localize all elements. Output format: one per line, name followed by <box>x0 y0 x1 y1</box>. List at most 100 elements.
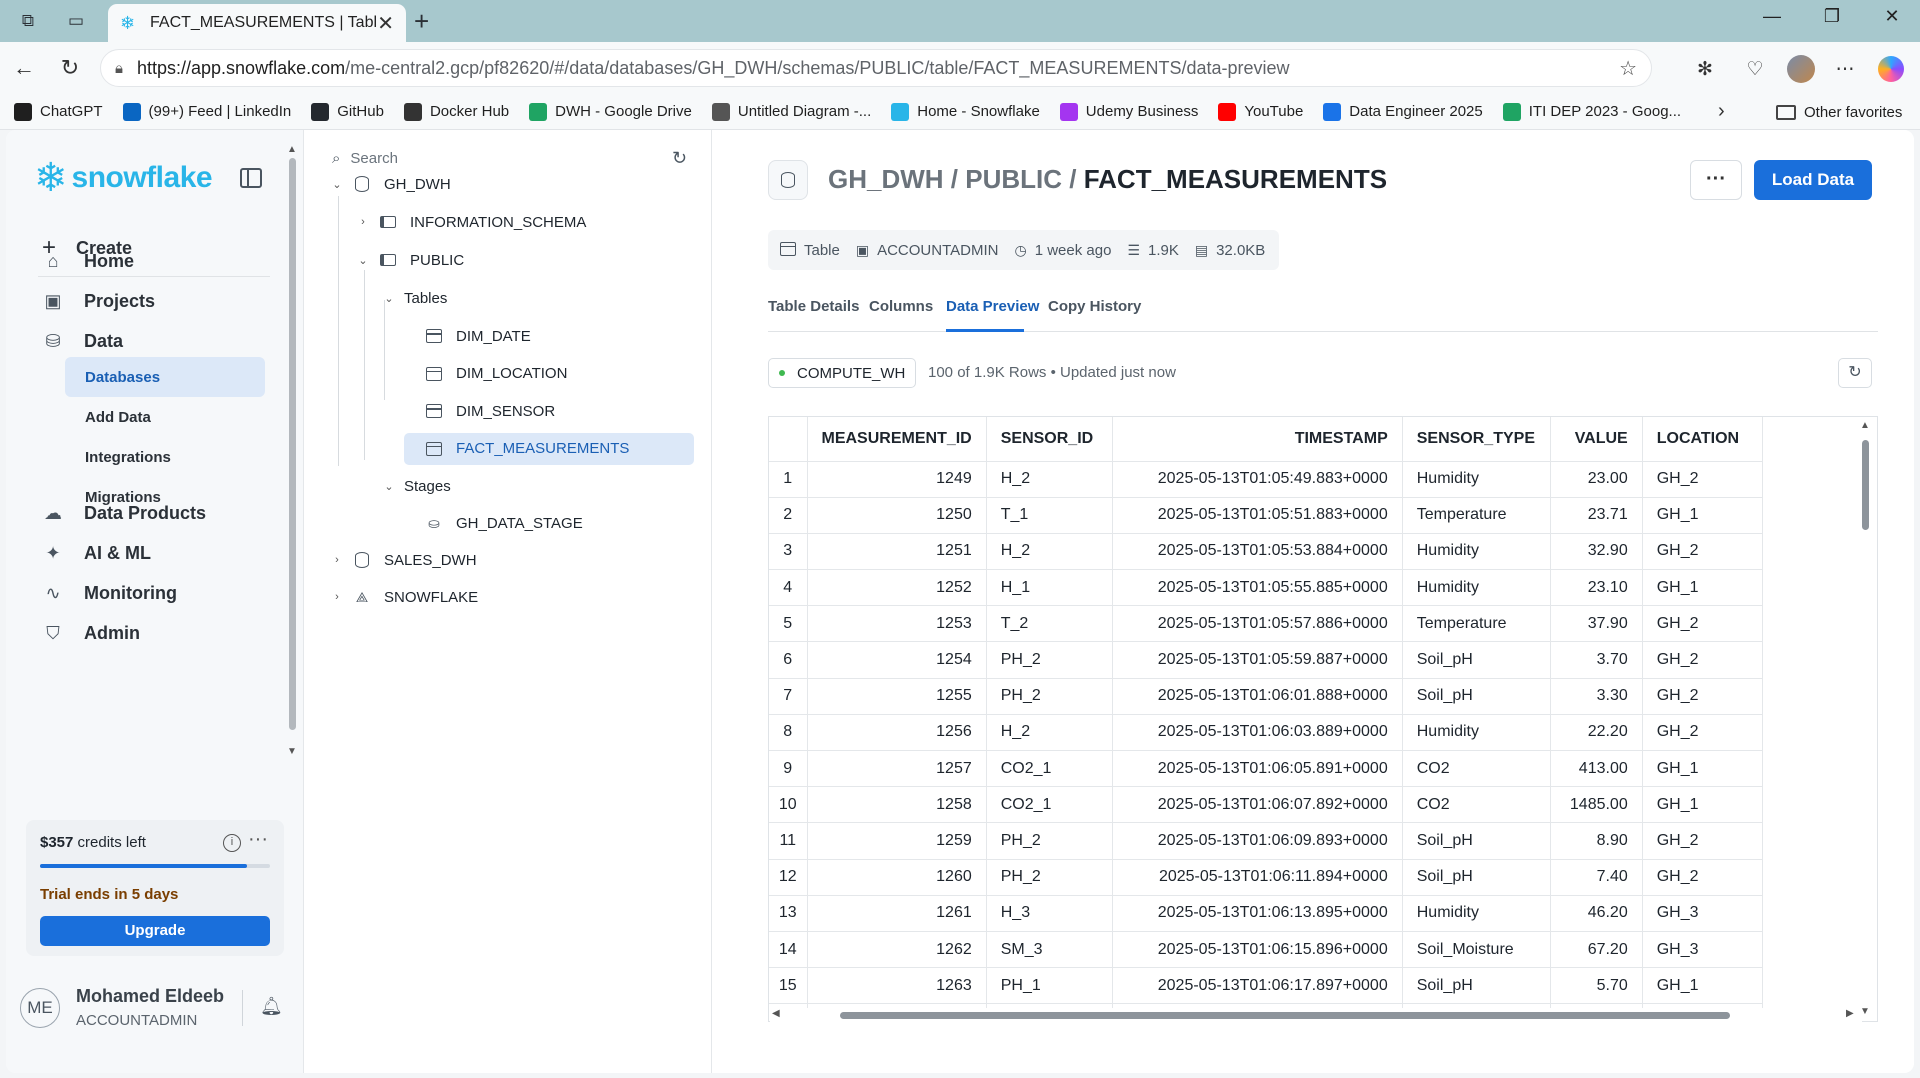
column-header-measurement-id[interactable]: MEASUREMENT_ID <box>807 417 987 462</box>
favorite-star-icon[interactable]: ☆ <box>1619 56 1637 81</box>
table-cell[interactable]: 1259 <box>807 822 987 860</box>
table-cell[interactable]: 1252 <box>807 569 987 607</box>
table-cell[interactable]: GH_2 <box>1642 678 1763 715</box>
breadcrumb-db[interactable]: GH_DWH <box>828 164 944 194</box>
table-cell[interactable]: GH_1 <box>1642 750 1763 788</box>
table-cell[interactable]: 2025-05-13T01:06:17.897+0000 <box>1112 967 1403 1005</box>
table-cell[interactable]: 1257 <box>807 750 987 788</box>
browser-tab-active[interactable]: ❄ FACT_MEASUREMENTS | Table ✕ <box>108 4 406 42</box>
browser-essentials-icon[interactable]: ♡ <box>1740 54 1770 84</box>
table-cell[interactable]: GH_3 <box>1642 895 1763 932</box>
close-tab-icon[interactable]: ✕ <box>377 11 394 36</box>
nav-home[interactable]: ⌂ Home <box>42 250 134 272</box>
nav-ai-ml[interactable]: ✦ AI & ML <box>42 542 151 564</box>
table-cell[interactable]: CO2_1 <box>986 786 1113 824</box>
column-header-sensor-id[interactable]: SENSOR_ID <box>986 417 1113 462</box>
column-header-sensor-type[interactable]: SENSOR_TYPE <box>1402 417 1551 462</box>
close-window-icon[interactable]: ✕ <box>1872 6 1912 27</box>
table-cell[interactable]: 1261 <box>807 895 987 932</box>
column-header-location[interactable]: LOCATION <box>1642 417 1763 462</box>
workspaces-icon[interactable]: ⧉ <box>14 8 42 34</box>
sidebar-item-add-data[interactable]: Add Data <box>65 397 265 437</box>
sidebar-scrollbar[interactable]: ▲ ▼ <box>286 144 298 760</box>
restore-icon[interactable]: ❐ <box>1812 6 1852 27</box>
table-cell[interactable]: 1255 <box>807 678 987 715</box>
table-cell[interactable]: Humidity <box>1402 569 1551 607</box>
table-cell[interactable]: 32.90 <box>1550 533 1643 571</box>
nav-projects[interactable]: ▣ Projects <box>42 290 155 312</box>
collapse-sidebar-icon[interactable] <box>240 168 262 188</box>
table-row[interactable]: 4 1252 H_1 2025-05-13T01:05:55.885+0000 Humi… <box>769 569 1763 607</box>
table-cell[interactable]: Soil_pH <box>1402 967 1551 1005</box>
table-cell[interactable]: 2025-05-13T01:05:49.883+0000 <box>1112 461 1403 498</box>
table-cell[interactable]: H_2 <box>986 533 1113 571</box>
table-cell[interactable]: H_2 <box>986 461 1113 498</box>
bookmark-item[interactable]: ChatGPT <box>14 102 103 121</box>
table-cell[interactable]: 1262 <box>807 931 987 969</box>
table-cell[interactable]: 2025-05-13T01:06:11.894+0000 <box>1112 859 1403 896</box>
table-cell[interactable]: Soil_pH <box>1402 678 1551 715</box>
grid-horizontal-scrollbar[interactable]: ◀ ▶ <box>770 1008 1862 1022</box>
table-cell[interactable]: Soil_pH <box>1402 859 1551 896</box>
table-cell[interactable]: 37.90 <box>1550 605 1643 643</box>
table-cell[interactable]: SM_3 <box>986 931 1113 969</box>
sidebar-item-databases[interactable]: Databases <box>65 357 265 397</box>
table-row[interactable]: 3 1251 H_2 2025-05-13T01:05:53.884+0000 Humi… <box>769 533 1763 571</box>
scroll-down-icon[interactable]: ▼ <box>287 746 297 757</box>
table-cell[interactable]: 1251 <box>807 533 987 571</box>
tree-folder-stages[interactable]: ⌄ Stages <box>380 470 450 502</box>
nav-data[interactable]: ⛁ Data <box>42 330 123 352</box>
tree-db-gh-dwh[interactable]: ⌄ GH_DWH <box>328 168 450 200</box>
table-cell[interactable]: 23.10 <box>1550 569 1643 607</box>
table-cell[interactable]: GH_2 <box>1642 533 1763 571</box>
table-cell[interactable]: GH_2 <box>1642 605 1763 643</box>
other-favorites[interactable]: Other favorites <box>1776 94 1902 130</box>
table-cell[interactable]: Soil_pH <box>1402 822 1551 860</box>
table-cell[interactable]: 1249 <box>807 461 987 498</box>
table-row[interactable]: 6 1254 PH_2 2025-05-13T01:05:59.887+0000 Soi… <box>769 641 1763 679</box>
bookmark-item[interactable]: GitHub <box>311 102 384 121</box>
minimize-icon[interactable]: — <box>1752 6 1792 27</box>
nav-monitoring[interactable]: ∿ Monitoring <box>42 582 177 604</box>
table-cell[interactable]: GH_1 <box>1642 569 1763 607</box>
table-cell[interactable]: 1256 <box>807 714 987 752</box>
tree-db-snowflake[interactable]: › ⟁ SNOWFLAKE <box>328 581 478 613</box>
tree-table-fact-measurements[interactable]: FACT_MEASUREMENTS <box>404 432 694 465</box>
table-cell[interactable]: 3.70 <box>1550 641 1643 679</box>
bookmark-item[interactable]: YouTube <box>1218 102 1303 121</box>
more-actions-button[interactable]: ··· <box>1690 160 1742 200</box>
column-header-value[interactable]: VALUE <box>1550 417 1643 462</box>
refresh-icon[interactable]: ↻ <box>672 148 687 169</box>
sidebar-item-integrations[interactable]: Integrations <box>65 437 265 477</box>
upgrade-button[interactable]: Upgrade <box>40 916 270 946</box>
tree-stage-gh-data-stage[interactable]: ⛀ GH_DATA_STAGE <box>424 507 583 539</box>
more-icon[interactable]: ··· <box>248 828 268 851</box>
table-cell[interactable]: Soil_pH <box>1402 641 1551 679</box>
explorer-search[interactable]: ⌕ Search <box>332 150 398 167</box>
table-cell[interactable]: 2025-05-13T01:06:15.896+0000 <box>1112 931 1403 969</box>
table-row[interactable]: 12 1260 PH_2 2025-05-13T01:06:11.894+0000 So… <box>769 859 1763 896</box>
table-cell[interactable]: GH_2 <box>1642 859 1763 896</box>
table-row[interactable]: 15 1263 PH_1 2025-05-13T01:06:17.897+0000 So… <box>769 967 1763 1005</box>
table-cell[interactable]: 1263 <box>807 967 987 1005</box>
column-header-timestamp[interactable]: TIMESTAMP <box>1112 417 1403 462</box>
more-options-icon[interactable]: ⋯ <box>1830 54 1860 84</box>
table-cell[interactable]: GH_2 <box>1642 461 1763 498</box>
bookmark-item[interactable]: DWH - Google Drive <box>529 102 692 121</box>
refresh-preview-button[interactable]: ↻ <box>1838 358 1872 388</box>
tree-table-dim-date[interactable]: DIM_DATE <box>424 320 531 352</box>
table-cell[interactable]: 7.40 <box>1550 859 1643 896</box>
table-row[interactable]: 11 1259 PH_2 2025-05-13T01:06:09.893+0000 So… <box>769 822 1763 860</box>
new-tab-button[interactable]: + <box>414 6 429 37</box>
table-cell[interactable]: CO2 <box>1402 786 1551 824</box>
bookmark-item[interactable]: Docker Hub <box>403 102 509 121</box>
table-row[interactable]: 8 1256 H_2 2025-05-13T01:06:03.889+0000 Humi… <box>769 714 1763 752</box>
table-cell[interactable]: 46.20 <box>1550 895 1643 932</box>
table-cell[interactable]: PH_2 <box>986 859 1113 896</box>
table-cell[interactable]: GH_1 <box>1642 497 1763 534</box>
tree-table-dim-sensor[interactable]: DIM_SENSOR <box>424 395 555 427</box>
tree-schema-public[interactable]: ⌄ PUBLIC <box>354 244 464 276</box>
table-cell[interactable]: 2025-05-13T01:05:57.886+0000 <box>1112 605 1403 643</box>
table-cell[interactable]: 3.30 <box>1550 678 1643 715</box>
table-cell[interactable]: GH_2 <box>1642 641 1763 679</box>
